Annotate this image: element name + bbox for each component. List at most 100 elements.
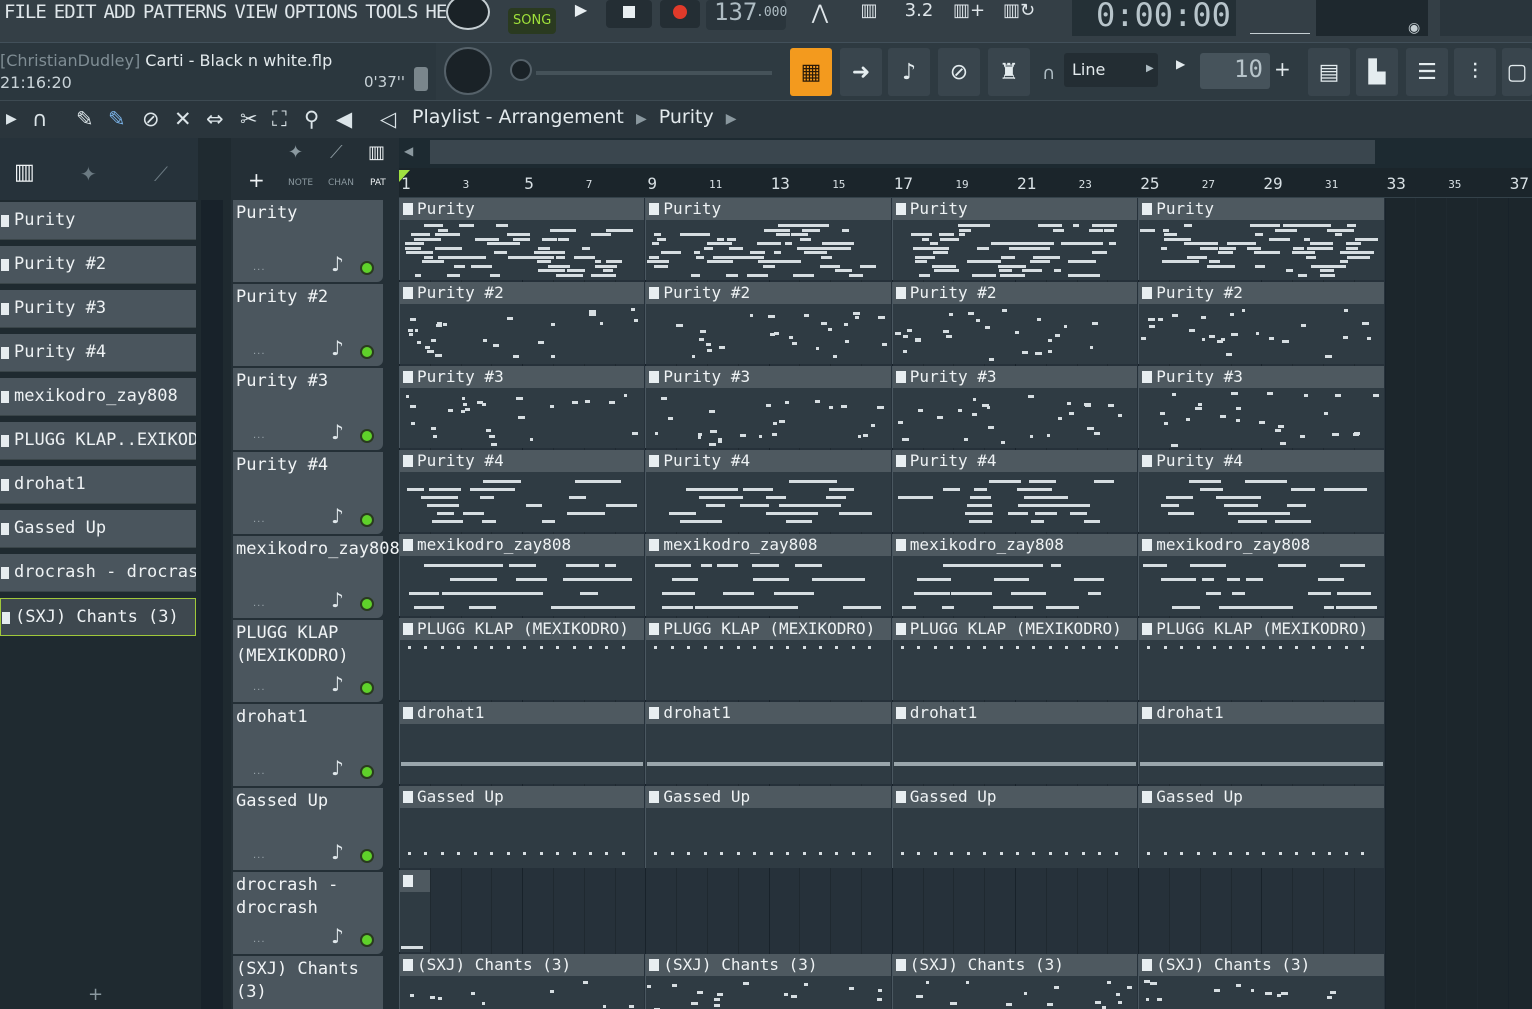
menu-add[interactable]: ADD — [104, 0, 136, 28]
pat-filter-icon[interactable]: ▥ — [368, 142, 385, 163]
pattern-clip[interactable]: Purity — [1138, 198, 1384, 280]
clip-menu-icon[interactable] — [1142, 623, 1153, 635]
select-icon[interactable]: ⛶ — [272, 107, 287, 132]
pattern-clip[interactable]: (SXJ) Chants (3) — [399, 954, 645, 1009]
chevron-right-icon[interactable]: ▶ — [726, 111, 737, 127]
clip-header[interactable]: Purity #4 — [400, 450, 645, 472]
snap-select[interactable]: Line ▶ — [1064, 53, 1158, 87]
picker-item[interactable]: (SXJ) Chants (3) — [0, 598, 196, 636]
pattern-clip[interactable]: Purity #2 — [645, 282, 891, 364]
pattern-clip[interactable]: Purity #3 — [645, 366, 891, 448]
pattern-clip[interactable]: drohat1 — [1138, 702, 1384, 784]
track-grip-icon[interactable]: ... — [253, 682, 266, 693]
pattern-clip[interactable]: mexikodro_zay808 — [645, 534, 891, 616]
clip-header[interactable]: Purity #3 — [892, 366, 1138, 388]
pattern-clip[interactable]: mexikodro_zay808 — [399, 534, 645, 616]
pattern-clip[interactable]: drohat1 — [891, 702, 1138, 784]
record-button[interactable] — [660, 0, 700, 28]
note-icon[interactable]: ♪ — [331, 756, 344, 780]
step-value-display[interactable]: 10 — [1200, 53, 1270, 89]
pattern-clip[interactable]: PLUGG KLAP (MEXIKODRO) — [891, 618, 1138, 700]
clip-header[interactable]: Gassed Up — [646, 786, 891, 808]
add-track-button[interactable]: + — [248, 168, 265, 192]
pattern-clip[interactable]: Purity — [645, 198, 891, 280]
tempo-display[interactable]: 137 .000 — [706, 0, 787, 30]
track-grip-icon[interactable]: ... — [253, 850, 266, 861]
pattern-clip[interactable]: Purity #2 — [891, 282, 1138, 364]
pattern-clip[interactable]: mexikodro_zay808 — [891, 534, 1138, 616]
current-pattern-name[interactable]: Purity — [659, 106, 714, 128]
pattern-clip[interactable]: Gassed Up — [399, 786, 645, 868]
clip-header[interactable]: Purity — [892, 198, 1138, 220]
position-slider[interactable] — [536, 71, 772, 75]
empty-arrangement-area[interactable] — [1385, 198, 1532, 1009]
track-grip-icon[interactable]: ... — [253, 346, 266, 357]
picker-item[interactable]: Purity #4 — [0, 334, 196, 372]
pattern-clip[interactable]: drohat1 — [399, 702, 645, 784]
clip-header[interactable]: Gassed Up — [400, 786, 645, 808]
track-grip-icon[interactable]: ... — [253, 514, 266, 525]
pattern-clip[interactable]: Purity #4 — [891, 450, 1138, 532]
clip-header[interactable]: Purity #2 — [1139, 282, 1384, 304]
note-icon[interactable]: ♪ — [331, 840, 344, 864]
pattern-clip[interactable]: (SXJ) Chants (3) — [1138, 954, 1384, 1009]
clip-header[interactable] — [400, 870, 430, 892]
loop-record-button[interactable]: ▥↻ — [1000, 0, 1038, 30]
note-icon[interactable]: ♪ — [331, 504, 344, 528]
picker-item[interactable]: drohat1 — [0, 466, 196, 504]
track-enable-led[interactable] — [360, 345, 374, 359]
pattern-clip[interactable]: Purity — [891, 198, 1138, 280]
clip-menu-icon[interactable] — [649, 623, 660, 635]
track-enable-led[interactable] — [360, 261, 374, 275]
pattern-clip[interactable]: drohat1 — [645, 702, 891, 784]
clip-menu-icon[interactable] — [895, 707, 906, 719]
pattern-clip[interactable]: PLUGG KLAP (MEXIKODRO) — [1138, 618, 1384, 700]
pattern-clip[interactable]: PLUGG KLAP (MEXIKODRO) — [399, 618, 645, 700]
note-icon[interactable]: ♪ — [331, 588, 344, 612]
pattern-list-button[interactable]: ☰ — [1406, 48, 1448, 96]
clip-menu-icon[interactable] — [403, 287, 413, 299]
track-header[interactable]: (SXJ) Chants (3)...♪ — [233, 956, 383, 1009]
clip-header[interactable]: Purity #3 — [1139, 366, 1384, 388]
clip-menu-icon[interactable] — [1142, 203, 1153, 215]
note-icon[interactable]: ♪ — [331, 336, 344, 360]
track-header[interactable]: Purity... ♪ — [233, 200, 383, 282]
clip-header[interactable]: PLUGG KLAP (MEXIKODRO) — [646, 618, 891, 640]
step-add-button[interactable]: + — [1274, 57, 1291, 81]
clip-header[interactable]: PLUGG KLAP (MEXIKODRO) — [892, 618, 1138, 640]
mixer-button[interactable]: ⫶ — [1454, 48, 1496, 96]
pattern-clip[interactable]: (SXJ) Chants (3) — [645, 954, 891, 1009]
clip-menu-icon[interactable] — [649, 959, 660, 971]
clip-header[interactable]: Purity #2 — [400, 282, 645, 304]
pattern-filter-icon[interactable]: ▥ — [14, 160, 35, 185]
track-header[interactable]: drohat1... ♪ — [233, 704, 383, 786]
picker-add-button[interactable]: + — [88, 984, 103, 1005]
clip-header[interactable]: drohat1 — [1139, 702, 1384, 724]
clip-menu-icon[interactable] — [649, 371, 660, 383]
picker-item[interactable]: PLUGG KLAP..EXIKODRO) — [0, 422, 196, 460]
overview-bar[interactable] — [430, 140, 1375, 164]
pattern-clip[interactable]: Purity #3 — [399, 366, 645, 448]
track-header[interactable]: drocrash - drocrash... ♪ — [233, 872, 383, 954]
track-enable-led[interactable] — [360, 681, 374, 695]
wait-input-button[interactable]: ▥ — [850, 0, 888, 30]
clip-menu-icon[interactable] — [895, 371, 906, 383]
song-time-display[interactable]: 0:00:00 — [1072, 0, 1236, 36]
clip-header[interactable]: drohat1 — [892, 702, 1138, 724]
track-header[interactable]: Gassed Up... ♪ — [233, 788, 383, 870]
blend-notes-button[interactable]: ▥+ — [950, 0, 988, 30]
clip-header[interactable]: drohat1 — [646, 702, 891, 724]
step-edit-button[interactable]: ➜ — [840, 48, 882, 96]
clip-menu-icon[interactable] — [895, 959, 906, 971]
clip-header[interactable]: Purity #3 — [400, 366, 645, 388]
menu-patterns[interactable]: PATTERNS — [143, 0, 228, 28]
clip-header[interactable]: PLUGG KLAP (MEXIKODRO) — [400, 618, 645, 640]
typing-keyboard-button[interactable]: ▦ — [790, 48, 832, 96]
picker-item[interactable]: mexikodro_zay808 — [0, 378, 196, 416]
play-button[interactable]: ▶ — [560, 0, 602, 24]
countdown-button[interactable]: 3.2 — [900, 0, 938, 30]
picker-item[interactable]: Purity #2 — [0, 246, 196, 284]
clip-header[interactable]: Purity #4 — [892, 450, 1138, 472]
track-grip-icon[interactable]: ... — [253, 430, 266, 441]
track-header[interactable]: Purity #2... ♪ — [233, 284, 383, 366]
